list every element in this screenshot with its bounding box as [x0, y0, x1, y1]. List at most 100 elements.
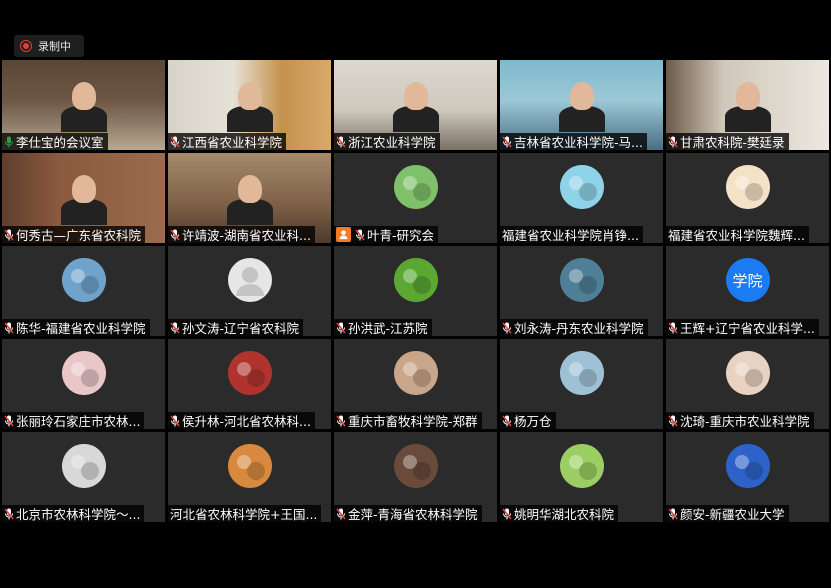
- sunset-avatar: [227, 444, 272, 488]
- participant-tile[interactable]: 福建省农业科学院肖铮...: [500, 153, 663, 243]
- participant-tile[interactable]: 江西省农业科学院: [168, 60, 331, 150]
- microphone-muted-icon: [668, 508, 678, 520]
- participant-tile[interactable]: 刘永涛-丹东农业科学院: [500, 246, 663, 336]
- microphone-muted-icon: [336, 508, 346, 520]
- participant-name: 侯升林-河北省农林科...: [182, 414, 311, 429]
- participant-nameplate: 姚明华湖北农科院: [500, 505, 619, 522]
- participant-nameplate: 许靖波-湖南省农业科...: [168, 226, 315, 243]
- microphone-muted-icon: [355, 229, 365, 241]
- participant-name: 河北省农林科学院+王国...: [170, 507, 318, 522]
- participant-tile[interactable]: 侯升林-河北省农林科...: [168, 339, 331, 429]
- participant-nameplate: 重庆市畜牧科学院-郑群: [334, 412, 482, 429]
- participant-tile[interactable]: 张丽玲石家庄市农林...: [2, 339, 165, 429]
- participant-tile[interactable]: 孙洪武-江苏院: [334, 246, 497, 336]
- microphone-muted-icon: [502, 415, 512, 427]
- participant-nameplate: 何秀古—广东省农科院: [2, 226, 146, 243]
- participant-tile[interactable]: 许靖波-湖南省农业科...: [168, 153, 331, 243]
- microphone-muted-icon: [4, 508, 14, 520]
- participant-name: 张丽玲石家庄市农林...: [16, 414, 141, 429]
- participant-nameplate: 金萍-青海省农林科学院: [334, 505, 482, 522]
- person-outdoor-avatar: [559, 351, 604, 395]
- limes-avatar: [393, 258, 438, 302]
- participant-name: 重庆市畜牧科学院-郑群: [348, 414, 478, 429]
- person-head: [569, 82, 594, 110]
- participant-nameplate: 孙洪武-江苏院: [334, 319, 432, 336]
- participant-tile[interactable]: 孙文涛-辽宁省农科院: [168, 246, 331, 336]
- participant-name: 福建省农业科学院魏辉...: [668, 228, 805, 243]
- participant-name: 甘肃农科院-樊廷录: [680, 135, 785, 150]
- blue-sky-avatar: [725, 444, 770, 488]
- person-head: [71, 82, 96, 110]
- participant-tile[interactable]: 叶青-研究会: [334, 153, 497, 243]
- participant-name: 李仕宝的会议室: [16, 135, 104, 150]
- participant-tile[interactable]: 河北省农林科学院+王国...: [168, 432, 331, 522]
- participant-name: 何秀古—广东省农科院: [16, 228, 142, 243]
- person-head: [71, 175, 96, 203]
- participant-tile[interactable]: 何秀古—广东省农科院: [2, 153, 165, 243]
- participant-name: 王辉+辽宁省农业科学...: [680, 321, 815, 336]
- microphone-muted-icon: [502, 136, 512, 148]
- participant-nameplate: 江西省农业科学院: [168, 133, 287, 150]
- microphone-muted-icon: [336, 136, 346, 148]
- participant-tile[interactable]: 北京市农林科学院～...: [2, 432, 165, 522]
- microphone-muted-icon: [170, 322, 180, 334]
- participant-nameplate: 张丽玲石家庄市农林...: [2, 412, 145, 429]
- participant-nameplate: 河北省农林科学院+王国...: [168, 505, 322, 522]
- participant-name: 颜安-新疆农业大学: [680, 507, 785, 522]
- microphone-muted-icon: [336, 322, 346, 334]
- participant-name: 杨万仓: [514, 414, 552, 429]
- participant-nameplate: 叶青-研究会: [334, 226, 439, 243]
- participant-nameplate: 吉林省农业科学院-马...: [500, 133, 647, 150]
- default-user-avatar: [227, 258, 272, 302]
- participant-tile[interactable]: 颜安-新疆农业大学: [666, 432, 829, 522]
- recording-indicator[interactable]: 录制中: [14, 35, 84, 57]
- person-head: [735, 82, 760, 110]
- participant-tile[interactable]: 金萍-青海省农林科学院: [334, 432, 497, 522]
- field-photo-avatar: [559, 258, 604, 302]
- microphone-muted-icon: [668, 415, 678, 427]
- microphone-muted-icon: [4, 229, 14, 241]
- text-avatar: 学院: [725, 258, 770, 302]
- participant-tile[interactable]: 姚明华湖北农科院: [500, 432, 663, 522]
- participant-name: 吉林省农业科学院-马...: [514, 135, 643, 150]
- participant-name: 浙江农业科学院: [348, 135, 436, 150]
- microphone-muted-icon: [502, 508, 512, 520]
- vegetables-avatar: [559, 444, 604, 488]
- food-plate-avatar: [393, 444, 438, 488]
- participant-nameplate: 陈华-福建省农业科学院: [2, 319, 150, 336]
- participant-tile[interactable]: 浙江农业科学院: [334, 60, 497, 150]
- participant-nameplate: 颜安-新疆农业大学: [666, 505, 789, 522]
- participant-nameplate: 福建省农业科学院肖铮...: [500, 226, 643, 243]
- participant-tile[interactable]: 陈华-福建省农业科学院: [2, 246, 165, 336]
- microphone-muted-icon: [336, 415, 346, 427]
- participant-nameplate: 刘永涛-丹东农业科学院: [500, 319, 648, 336]
- cartoon-rabbit-avatar: [725, 165, 770, 209]
- eagle-avatar: [61, 258, 106, 302]
- participant-tile[interactable]: 甘肃农科院-樊廷录: [666, 60, 829, 150]
- participant-nameplate: 北京市农林科学院～...: [2, 505, 145, 522]
- participant-tile[interactable]: 李仕宝的会议室: [2, 60, 165, 150]
- participant-tile[interactable]: 学院王辉+辽宁省农业科学...: [666, 246, 829, 336]
- participant-name: 金萍-青海省农林科学院: [348, 507, 478, 522]
- participant-name: 陈华-福建省农业科学院: [16, 321, 146, 336]
- participant-tile[interactable]: 吉林省农业科学院-马...: [500, 60, 663, 150]
- participant-gallery: 李仕宝的会议室 江西省农业科学院 浙江农业科学院 吉林省农业科学院-马... 甘肃农科院…: [2, 60, 829, 522]
- sketch-portrait-avatar: [61, 444, 106, 488]
- person-head: [237, 175, 262, 203]
- microphone-muted-icon: [502, 322, 512, 334]
- participant-tile[interactable]: 沈琦-重庆市农业科学院: [666, 339, 829, 429]
- participant-nameplate: 孙文涛-辽宁省农科院: [168, 319, 304, 336]
- participant-name: 许靖波-湖南省农业科...: [182, 228, 311, 243]
- participant-name: 福建省农业科学院肖铮...: [502, 228, 639, 243]
- participant-tile[interactable]: 重庆市畜牧科学院-郑群: [334, 339, 497, 429]
- participant-nameplate: 沈琦-重庆市农业科学院: [666, 412, 814, 429]
- participant-tile[interactable]: 杨万仓: [500, 339, 663, 429]
- participant-name: 叶青-研究会: [367, 228, 435, 243]
- participant-nameplate: 甘肃农科院-樊廷录: [666, 133, 789, 150]
- participant-name: 沈琦-重庆市农业科学院: [680, 414, 810, 429]
- cherries-avatar: [227, 351, 272, 395]
- microphone-muted-icon: [668, 136, 678, 148]
- participant-name: 孙文涛-辽宁省农科院: [182, 321, 300, 336]
- participant-name: 北京市农林科学院～...: [16, 507, 141, 522]
- participant-tile[interactable]: 福建省农业科学院魏辉...: [666, 153, 829, 243]
